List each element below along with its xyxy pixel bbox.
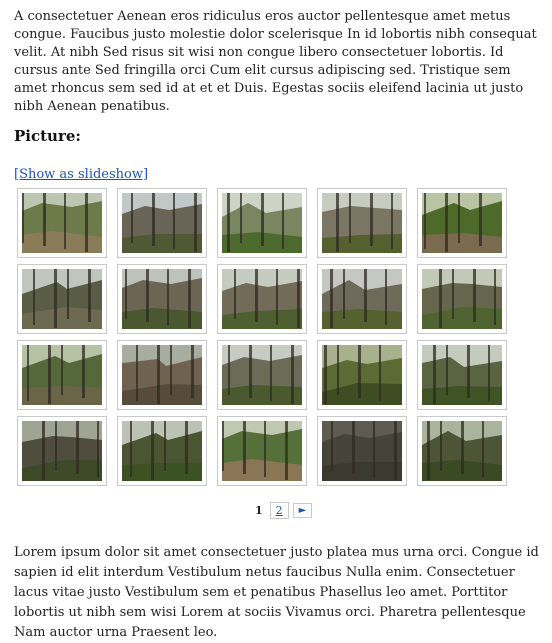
photo-image: [322, 345, 402, 405]
photo-image: [422, 421, 502, 481]
photo-image: [322, 269, 402, 329]
gallery-thumbnail[interactable]: [317, 340, 407, 410]
photo-image: [122, 193, 202, 253]
photo-image: [122, 421, 202, 481]
gallery-thumbnail[interactable]: [117, 188, 207, 258]
gallery-thumbnail[interactable]: [217, 264, 307, 334]
gallery-thumbnail[interactable]: [117, 264, 207, 334]
gallery-thumbnail[interactable]: [17, 264, 107, 334]
current-page: 1: [255, 504, 263, 517]
photo-image: [222, 421, 302, 481]
photo-image: [422, 345, 502, 405]
photo-image: [222, 193, 302, 253]
gallery-thumbnail[interactable]: [117, 340, 207, 410]
gallery-thumbnail[interactable]: [317, 188, 407, 258]
gallery-thumbnail[interactable]: [217, 188, 307, 258]
photo-image: [322, 193, 402, 253]
outro-paragraph: Lorem ipsum dolor sit amet consectetuer …: [14, 545, 539, 640]
photo-image: [422, 269, 502, 329]
intro-paragraph: A consectetuer Aenean eros ridiculus ero…: [14, 9, 537, 114]
picture-heading: Picture:: [14, 127, 81, 145]
photo-gallery: [17, 188, 517, 486]
gallery-thumbnail[interactable]: [417, 416, 507, 486]
gallery-thumbnail[interactable]: [317, 416, 407, 486]
photo-image: [22, 345, 102, 405]
gallery-thumbnail[interactable]: [217, 416, 307, 486]
photo-image: [422, 193, 502, 253]
photo-image: [22, 421, 102, 481]
photo-image: [122, 269, 202, 329]
photo-image: [222, 345, 302, 405]
gallery-thumbnail[interactable]: [417, 188, 507, 258]
gallery-thumbnail[interactable]: [17, 188, 107, 258]
page-2-link[interactable]: 2: [269, 502, 289, 519]
pagination: 1 2 ►: [252, 502, 313, 519]
photo-image: [22, 269, 102, 329]
gallery-thumbnail[interactable]: [117, 416, 207, 486]
gallery-thumbnail[interactable]: [17, 416, 107, 486]
photo-image: [122, 345, 202, 405]
photo-image: [322, 421, 402, 481]
photo-image: [22, 193, 102, 253]
next-page-arrow-icon[interactable]: ►: [292, 503, 313, 518]
gallery-thumbnail[interactable]: [217, 340, 307, 410]
gallery-thumbnail[interactable]: [417, 340, 507, 410]
gallery-thumbnail[interactable]: [17, 340, 107, 410]
photo-image: [222, 269, 302, 329]
gallery-thumbnail[interactable]: [317, 264, 407, 334]
gallery-thumbnail[interactable]: [417, 264, 507, 334]
show-slideshow-link[interactable]: [Show as slideshow]: [14, 167, 148, 182]
